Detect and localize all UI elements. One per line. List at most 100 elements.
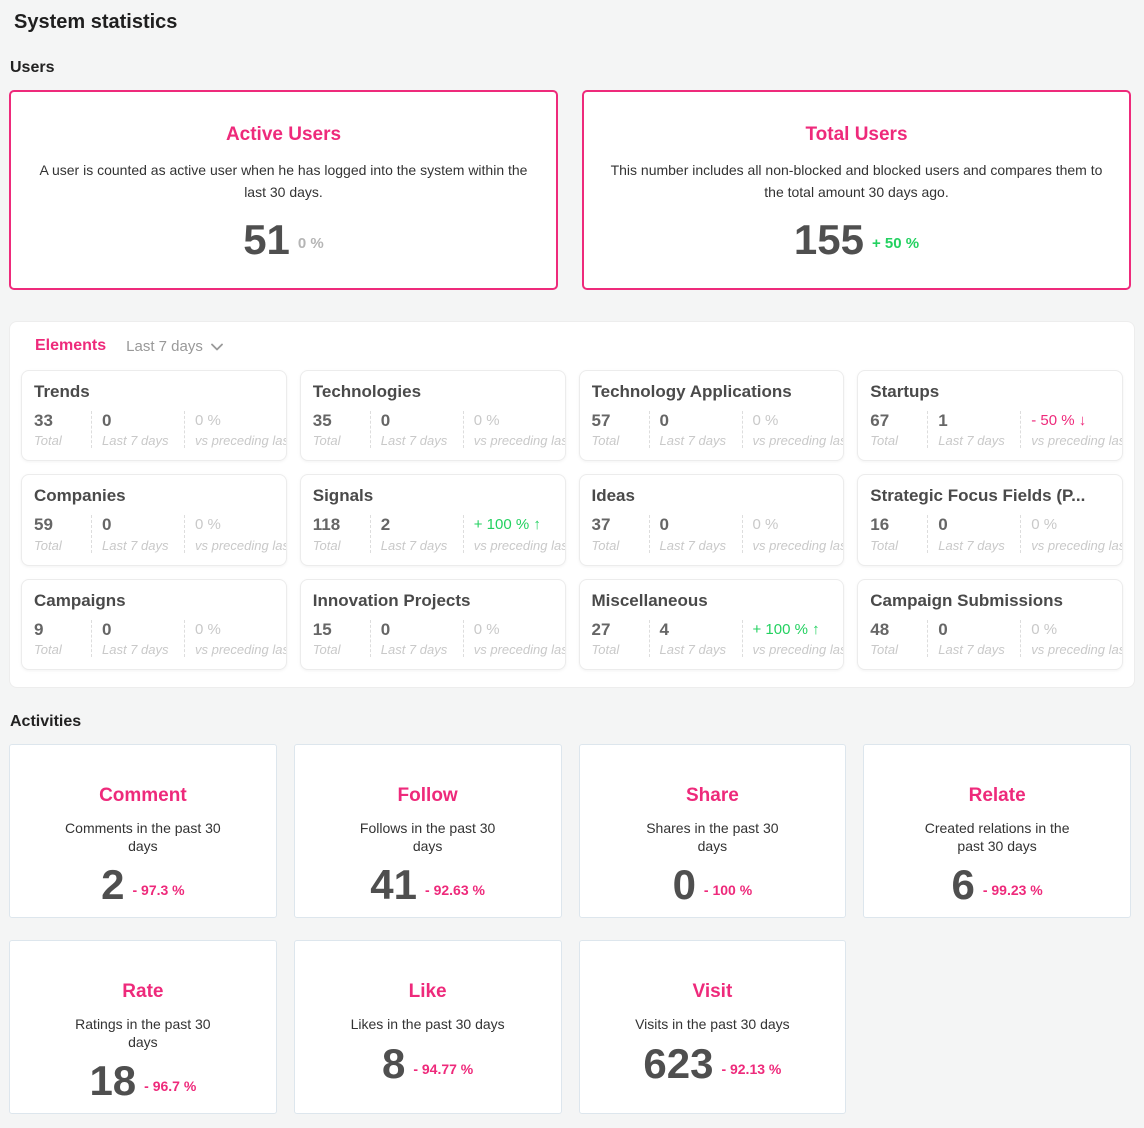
element-total-value: 59 <box>34 515 81 535</box>
element-last7-value: 1 <box>938 411 1010 431</box>
element-card-title: Miscellaneous <box>592 591 832 611</box>
activity-card-title: Relate <box>864 785 1130 807</box>
element-card-title: Startups <box>870 382 1110 402</box>
element-card-stats: 9 Total 0 Last 7 days 0 % vs preceding l… <box>34 620 274 657</box>
element-card-stats: 16 Total 0 Last 7 days 0 % vs preceding … <box>870 515 1110 552</box>
element-total-value: 16 <box>870 515 917 535</box>
activity-card-description: Shares in the past 30 days <box>630 820 795 855</box>
element-stat-last7: 0 Last 7 days <box>91 515 184 552</box>
activity-card-value-row: 2 - 97.3 % <box>10 864 276 906</box>
activity-card-value: 623 <box>643 1043 713 1085</box>
activity-card-value-row: 41 - 92.63 % <box>295 864 561 906</box>
activity-card-value: 41 <box>370 864 417 906</box>
element-change-value: 0 % <box>1031 620 1123 640</box>
element-last7-value: 0 <box>381 620 453 640</box>
element-change-label: vs preceding last 7 days <box>1031 538 1123 553</box>
element-total-value: 33 <box>34 411 81 431</box>
activity-card-value-row: 623 - 92.13 % <box>580 1043 846 1085</box>
element-change-value: 0 % <box>753 515 845 535</box>
activity-card-delta: - 100 % <box>704 872 752 898</box>
element-stat-last7: 4 Last 7 days <box>649 620 742 657</box>
activity-card-description: Comments in the past 30 days <box>60 820 225 855</box>
element-last7-value: 0 <box>660 411 732 431</box>
element-stat-change: + 100 % ↑ vs preceding last 7 days <box>742 620 845 657</box>
element-total-value: 118 <box>313 515 360 535</box>
element-total-label: Total <box>34 433 81 448</box>
section-label-activities: Activities <box>10 713 1144 731</box>
element-total-label: Total <box>592 642 639 657</box>
element-stat-change: 0 % vs preceding last 7 days <box>463 620 566 657</box>
element-change-value: 0 % <box>474 411 566 431</box>
element-change-value: + 100 % ↑ <box>753 620 845 640</box>
user-card-delta: 0 % <box>298 227 324 252</box>
elements-range-label: Last 7 days <box>126 338 203 355</box>
element-stat-last7: 1 Last 7 days <box>927 411 1020 448</box>
element-stat-card: Campaigns 9 Total 0 Last 7 days 0 % vs p… <box>21 579 287 670</box>
element-change-value: 0 % <box>195 411 287 431</box>
users-card-grid: Active Users A user is counted as active… <box>9 90 1131 290</box>
activity-card-value: 8 <box>382 1043 405 1085</box>
element-stat-last7: 0 Last 7 days <box>370 620 463 657</box>
element-last7-label: Last 7 days <box>938 538 1010 553</box>
element-change-label: vs preceding last 7 days <box>753 642 845 657</box>
element-stat-change: 0 % vs preceding last 7 days <box>184 620 287 657</box>
element-card-stats: 37 Total 0 Last 7 days 0 % vs preceding … <box>592 515 832 552</box>
activity-card-description: Created relations in the past 30 days <box>915 820 1080 855</box>
element-stat-last7: 0 Last 7 days <box>649 515 742 552</box>
element-stat-total: 57 Total <box>592 411 649 448</box>
user-card-title: Total Users <box>584 124 1129 146</box>
element-stat-last7: 0 Last 7 days <box>927 620 1020 657</box>
elements-range-selector[interactable]: Last 7 days <box>126 338 223 355</box>
element-stat-card: Companies 59 Total 0 Last 7 days 0 % vs … <box>21 474 287 565</box>
element-last7-value: 0 <box>102 411 174 431</box>
element-stat-total: 59 Total <box>34 515 91 552</box>
element-change-label: vs preceding last 7 days <box>474 538 566 553</box>
page-title: System statistics <box>0 0 1144 34</box>
element-stat-total: 118 Total <box>313 515 370 552</box>
user-card-value: 155 <box>794 219 864 261</box>
element-card-title: Innovation Projects <box>313 591 553 611</box>
elements-card-grid: Trends 33 Total 0 Last 7 days 0 % vs pre… <box>21 370 1123 670</box>
activity-stat-card: Share Shares in the past 30 days 0 - 100… <box>579 744 847 918</box>
activity-card-title: Share <box>580 785 846 807</box>
element-total-value: 48 <box>870 620 917 640</box>
activity-stat-card: Rate Ratings in the past 30 days 18 - 96… <box>9 940 277 1114</box>
element-stat-last7: 0 Last 7 days <box>370 411 463 448</box>
element-change-value: 0 % <box>474 620 566 640</box>
element-change-label: vs preceding last 7 days <box>195 642 287 657</box>
element-last7-value: 2 <box>381 515 453 535</box>
element-last7-label: Last 7 days <box>660 642 732 657</box>
element-last7-label: Last 7 days <box>381 433 453 448</box>
element-stat-card: Technologies 35 Total 0 Last 7 days 0 % … <box>300 370 566 461</box>
element-change-label: vs preceding last 7 days <box>474 642 566 657</box>
activity-stat-card: Follow Follows in the past 30 days 41 - … <box>294 744 562 918</box>
element-stat-last7: 0 Last 7 days <box>91 411 184 448</box>
section-label-users: Users <box>10 59 1144 77</box>
element-last7-value: 0 <box>381 411 453 431</box>
element-total-value: 37 <box>592 515 639 535</box>
element-card-title: Technologies <box>313 382 553 402</box>
element-stat-change: + 100 % ↑ vs preceding last 7 days <box>463 515 566 552</box>
activity-card-value: 2 <box>101 864 124 906</box>
element-change-value: - 50 % ↓ <box>1031 411 1123 431</box>
element-change-label: vs preceding last 7 days <box>753 538 845 553</box>
element-stat-card: Miscellaneous 27 Total 4 Last 7 days + 1… <box>579 579 845 670</box>
element-stat-total: 9 Total <box>34 620 91 657</box>
element-card-title: Companies <box>34 486 274 506</box>
element-last7-value: 0 <box>938 620 1010 640</box>
activity-card-title: Follow <box>295 785 561 807</box>
user-stat-card: Total Users This number includes all non… <box>582 90 1131 290</box>
element-change-value: 0 % <box>1031 515 1123 535</box>
element-card-stats: 15 Total 0 Last 7 days 0 % vs preceding … <box>313 620 553 657</box>
element-last7-value: 0 <box>102 620 174 640</box>
element-stat-change: 0 % vs preceding last 7 days <box>184 411 287 448</box>
element-last7-value: 0 <box>102 515 174 535</box>
element-stat-change: 0 % vs preceding last 7 days <box>1020 620 1123 657</box>
element-change-value: 0 % <box>195 620 287 640</box>
element-total-label: Total <box>313 642 360 657</box>
element-stat-card: Signals 118 Total 2 Last 7 days + 100 % … <box>300 474 566 565</box>
element-card-stats: 33 Total 0 Last 7 days 0 % vs preceding … <box>34 411 274 448</box>
element-last7-label: Last 7 days <box>660 433 732 448</box>
element-change-label: vs preceding last 7 days <box>195 433 287 448</box>
element-total-label: Total <box>313 433 360 448</box>
